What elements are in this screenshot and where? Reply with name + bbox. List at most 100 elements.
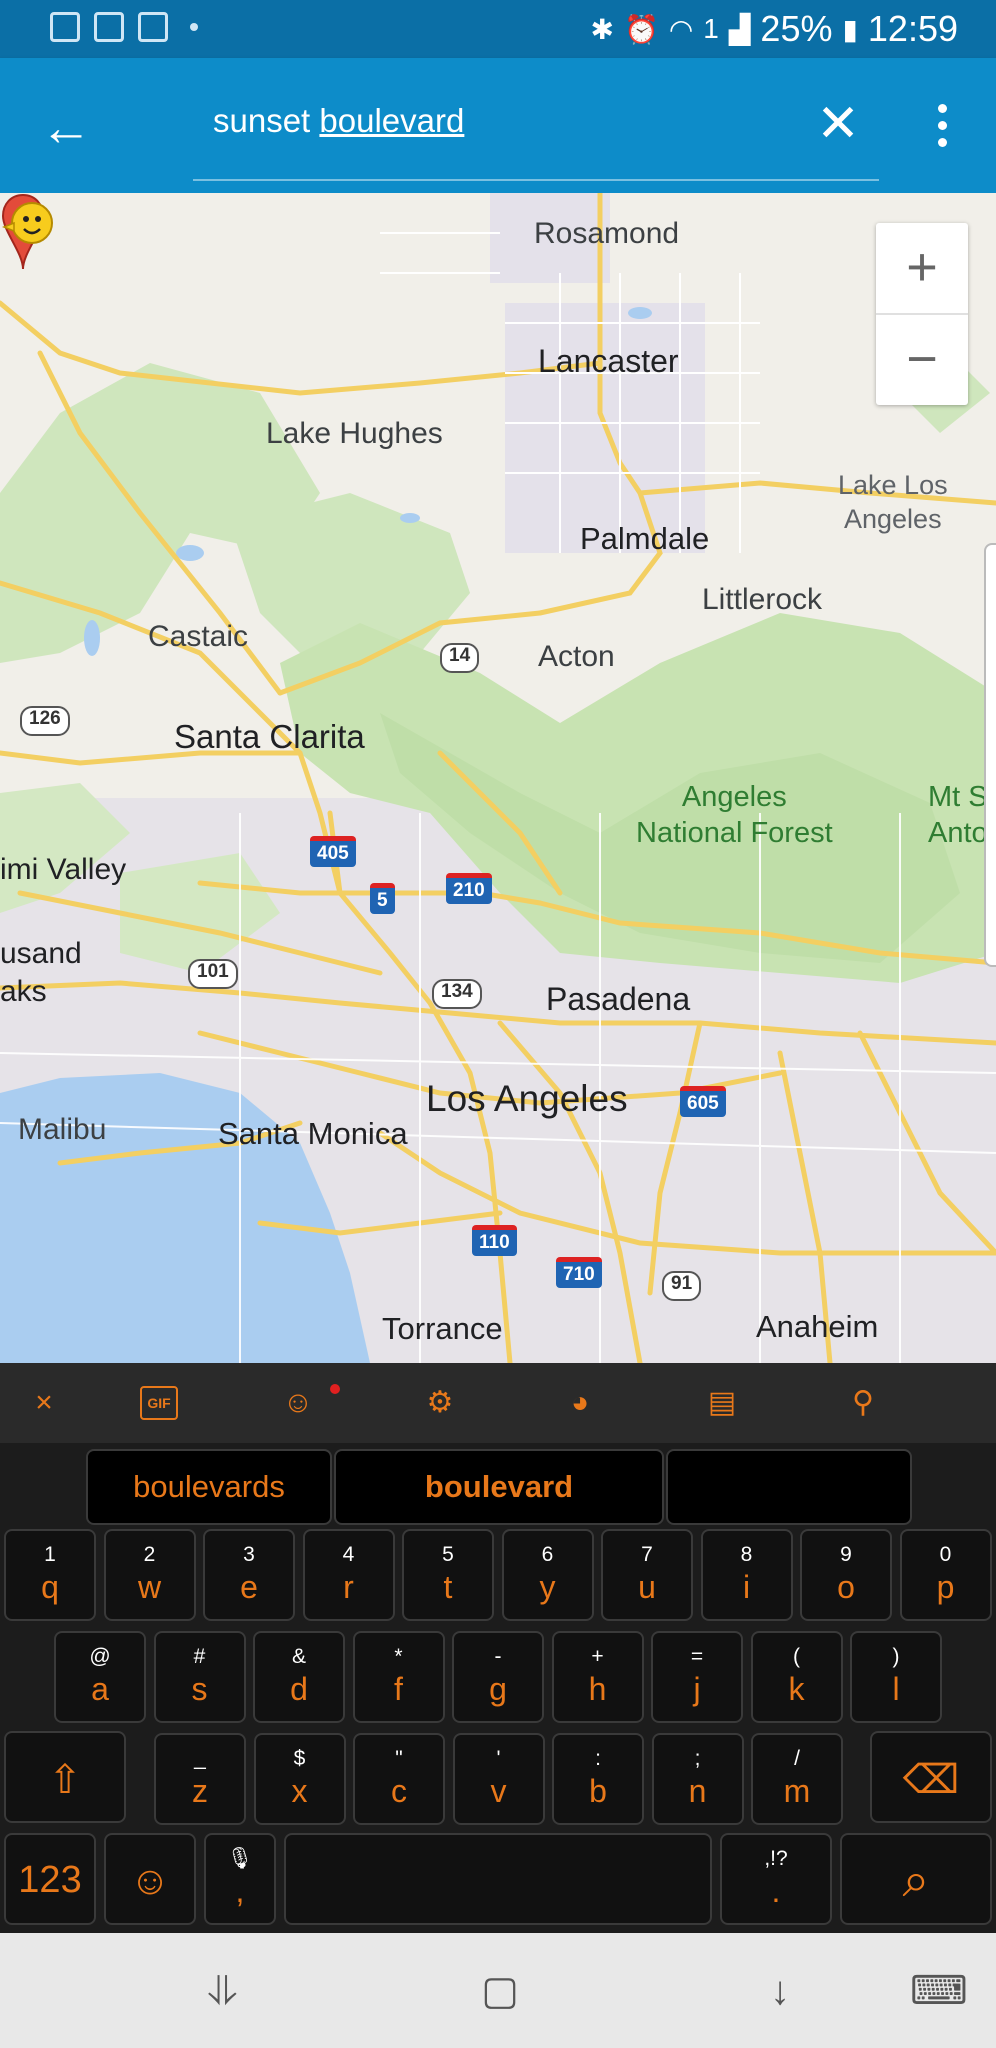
back-arrow-icon[interactable]: ← — [40, 98, 100, 158]
edge-panel-handle[interactable] — [984, 543, 996, 967]
key-s[interactable]: # s — [153, 1631, 246, 1723]
key-alt-label: @ — [89, 1645, 111, 1668]
clock: 12:59 — [867, 8, 958, 49]
key-label: q — [41, 1569, 59, 1605]
suggestion-2[interactable]: boulevard — [334, 1449, 664, 1525]
period-key[interactable]: ,!? . — [720, 1833, 832, 1925]
battery-percent: 25% — [760, 8, 833, 49]
sticker-icon[interactable]: ☺ — [278, 1383, 318, 1423]
symbols-key[interactable]: 123 — [4, 1833, 96, 1925]
route-shield-101: 101 — [188, 959, 238, 989]
key-label: o — [837, 1569, 855, 1605]
key-j[interactable]: = j — [651, 1631, 743, 1723]
key-label: d — [290, 1671, 308, 1707]
key-f[interactable]: * f — [352, 1631, 445, 1723]
keyboard-switch-icon[interactable]: ⌨ — [910, 1969, 968, 2013]
interstate-shield-110: 110 — [472, 1225, 517, 1256]
system-nav-bar: ⥥ ▢ ↓ ⌨ — [0, 1933, 996, 2048]
key-m[interactable]: / m — [751, 1733, 843, 1825]
key-k[interactable]: (k — [750, 1631, 843, 1723]
key-label: h — [588, 1671, 607, 1707]
key-g[interactable]: -g — [452, 1631, 544, 1723]
key-u[interactable]: 7u — [601, 1529, 693, 1621]
map-label-thousand-oaks: usand aks — [0, 937, 82, 1008]
key-label: a — [91, 1671, 109, 1707]
map-label-angeles-national-forest: Angeles National Forest — [636, 781, 833, 849]
key-q[interactable]: 1q — [4, 1529, 96, 1621]
gif-button[interactable]: GIF — [140, 1386, 178, 1420]
search-app-bar: ← sunset boulevard ✕ — [0, 58, 996, 193]
search-key[interactable]: ⌕ — [840, 1833, 992, 1925]
shift-key[interactable]: ⇧ — [4, 1731, 126, 1823]
more-notifications-dot — [190, 23, 198, 31]
key-o[interactable]: 9o — [800, 1529, 892, 1621]
key-v[interactable]: ' v — [452, 1733, 545, 1825]
interstate-shield-5: 5 — [370, 883, 395, 914]
key-alt-label: 9 — [840, 1543, 852, 1566]
key-b[interactable]: :b — [552, 1733, 644, 1825]
key-label: j — [693, 1671, 701, 1707]
key-alt-label: ( — [793, 1645, 800, 1668]
route-shield-14: 14 — [440, 643, 480, 673]
key-l[interactable]: ) l — [850, 1631, 942, 1723]
map-view[interactable]: Rosamond Lancaster Lake Hughes Lake Los … — [0, 193, 996, 1363]
key-p[interactable]: 0p — [899, 1529, 992, 1621]
key-alt-label: 7 — [641, 1543, 653, 1566]
key-e[interactable]: 3e — [203, 1529, 295, 1621]
key-x[interactable]: $ x — [253, 1733, 346, 1825]
key-label: v — [490, 1773, 507, 1809]
key-label: y — [539, 1569, 556, 1605]
key-h[interactable]: + h — [551, 1631, 644, 1723]
map-label-acton: Acton — [538, 640, 615, 673]
key-alt-label: 5 — [442, 1543, 454, 1566]
suggestion-1[interactable]: boulevards — [86, 1449, 332, 1525]
voice-comma-key[interactable]: 🎙 , — [204, 1833, 276, 1925]
key-y[interactable]: 6y — [501, 1529, 594, 1621]
key-i[interactable]: 8i — [700, 1529, 793, 1621]
map-label-torrance: Torrance — [382, 1311, 503, 1346]
key-label: x — [291, 1773, 308, 1809]
key-alt-label: 3 — [243, 1543, 255, 1566]
recents-icon[interactable]: ⥥ — [200, 1969, 244, 2013]
key-t[interactable]: 5t — [402, 1529, 494, 1621]
hide-keyboard-icon[interactable]: ↓ — [758, 1969, 802, 2013]
key-d[interactable]: & d — [253, 1631, 345, 1723]
pin-icon[interactable]: ⚲ — [843, 1383, 883, 1423]
wifi-icon: ◠ — [668, 13, 694, 45]
backspace-icon: ⌫ — [902, 1758, 960, 1802]
search-input[interactable]: sunset boulevard — [213, 102, 464, 140]
key-label: b — [589, 1773, 607, 1809]
key-label: m — [783, 1773, 811, 1809]
key-label: z — [192, 1773, 208, 1809]
overflow-menu-icon[interactable] — [930, 104, 954, 164]
sticker-notification-dot — [330, 1384, 340, 1394]
key-c[interactable]: " c — [353, 1733, 445, 1825]
smiley-emoji-icon — [1, 202, 53, 244]
interstate-shield-405: 405 — [310, 836, 356, 867]
zoom-out-button[interactable]: − — [876, 315, 968, 405]
key-r[interactable]: 4r — [302, 1529, 395, 1621]
suggestion-3[interactable] — [666, 1449, 912, 1525]
key-alt-label: 6 — [541, 1543, 554, 1566]
zoom-in-button[interactable]: + — [876, 223, 968, 313]
emoji-key[interactable]: ☺ — [104, 1833, 196, 1925]
key-alt-label: : — [595, 1747, 601, 1770]
map-label-santa-clarita: Santa Clarita — [174, 718, 365, 755]
key-label: t — [443, 1569, 453, 1605]
theme-palette-icon[interactable]: ◕ — [560, 1383, 600, 1423]
map-label-palmdale: Palmdale — [580, 521, 710, 556]
home-icon[interactable]: ▢ — [478, 1969, 522, 2013]
key-w[interactable]: 2w — [103, 1529, 196, 1621]
close-toolbar-icon[interactable]: × — [24, 1383, 64, 1423]
key-z[interactable]: _ z — [154, 1733, 246, 1825]
clear-search-icon[interactable]: ✕ — [808, 94, 868, 154]
key-a[interactable]: @ a — [54, 1631, 146, 1723]
clipboard-icon[interactable]: ▤ — [702, 1383, 742, 1423]
map-label-los-angeles: Los Angeles — [426, 1078, 628, 1119]
backspace-key[interactable]: ⌫ — [870, 1731, 992, 1823]
key-n[interactable]: ; n — [651, 1733, 744, 1825]
key-label: c — [391, 1773, 407, 1809]
settings-gear-icon[interactable]: ⚙ — [420, 1383, 460, 1423]
space-key[interactable] — [284, 1833, 712, 1925]
key-alt-label: / — [794, 1747, 800, 1770]
